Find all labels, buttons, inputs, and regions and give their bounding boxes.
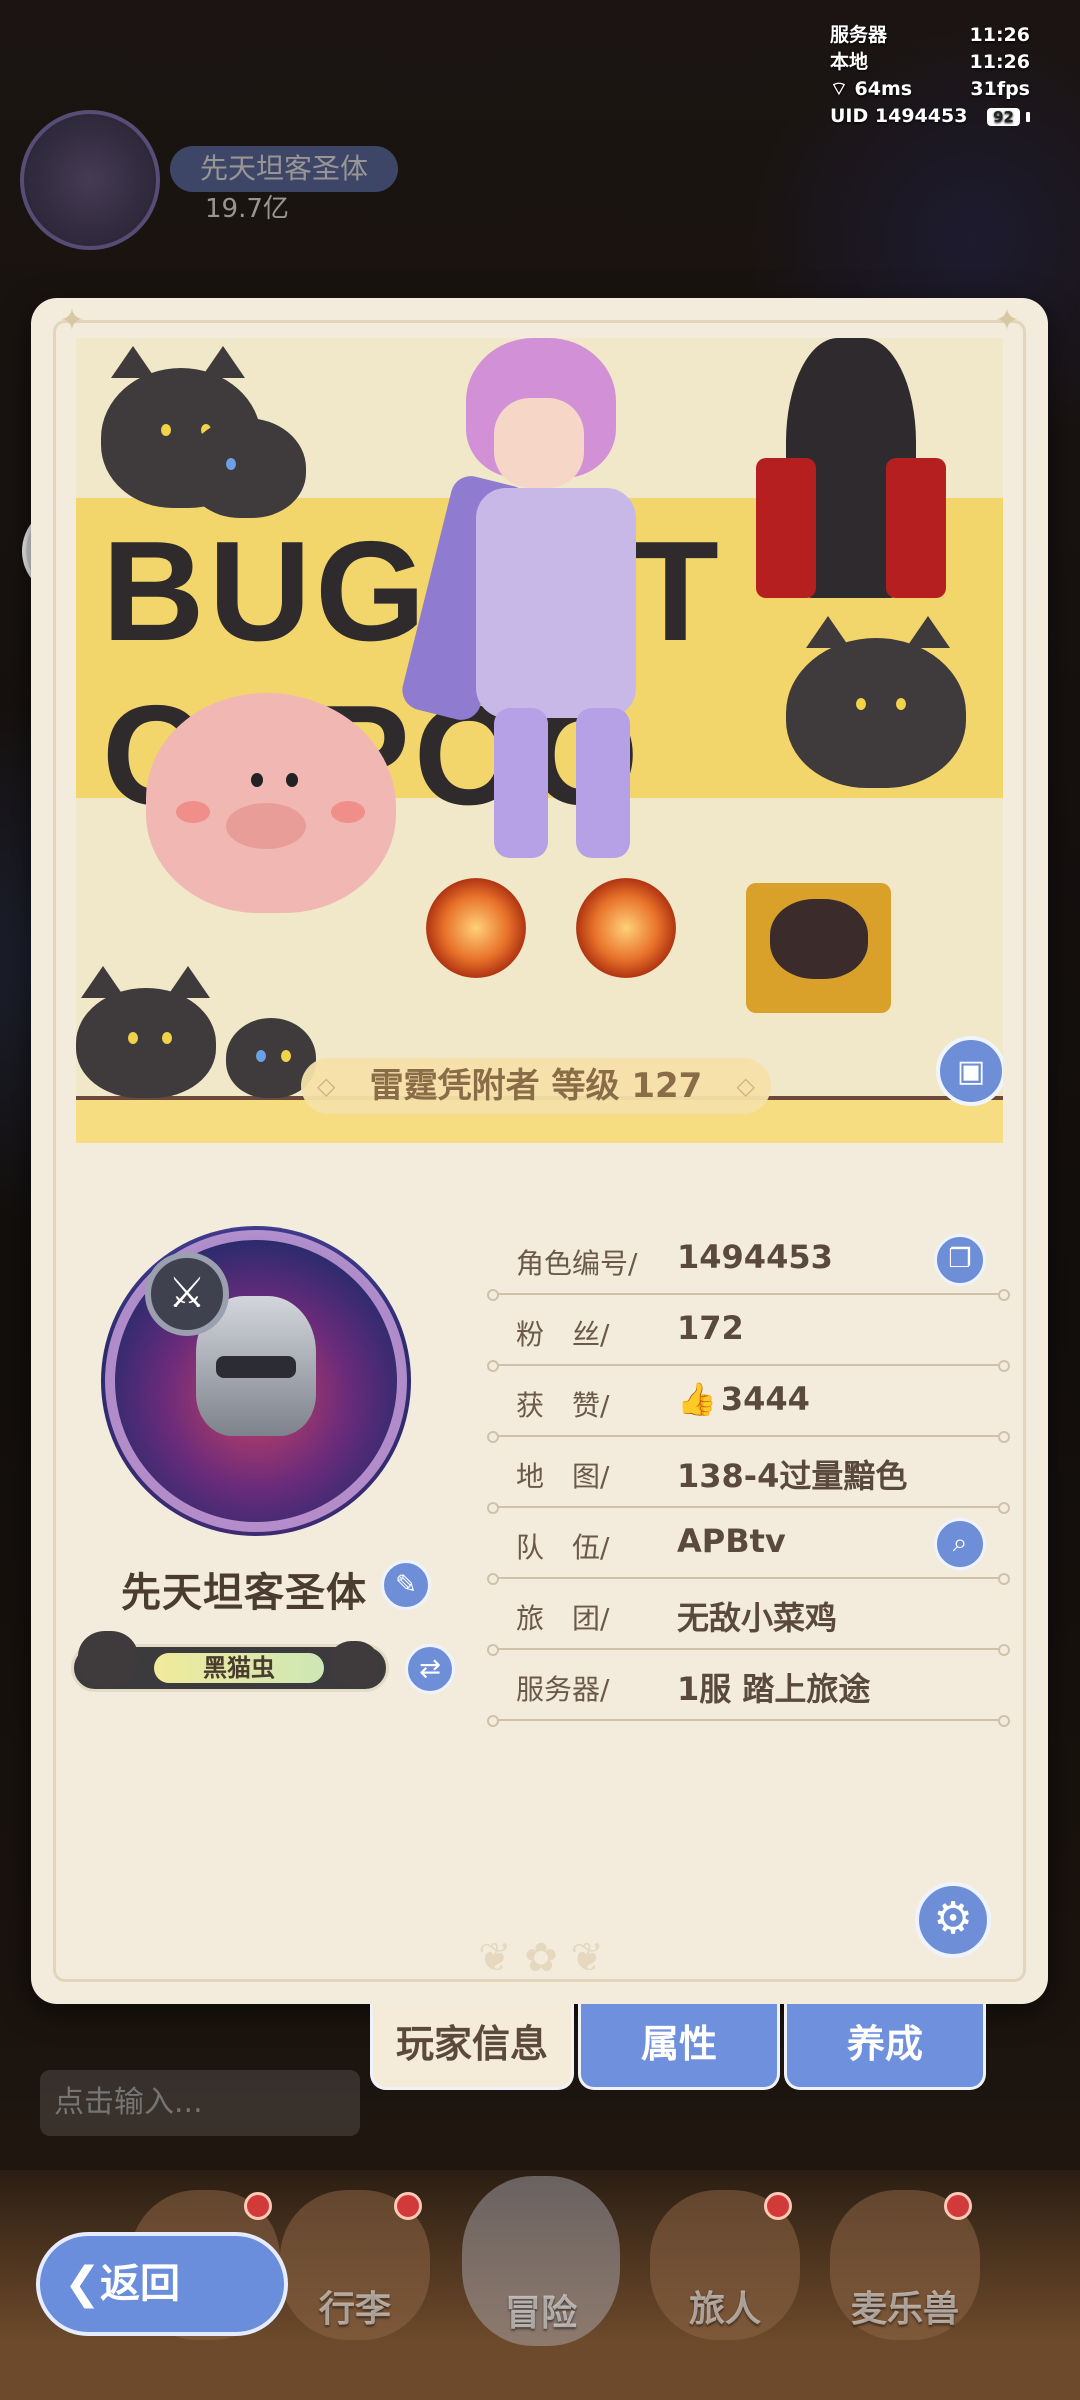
cat-box-pet bbox=[746, 883, 891, 1013]
copy-icon: ❐ bbox=[948, 1244, 972, 1274]
search-team-button[interactable]: ⌕ bbox=[934, 1518, 986, 1570]
tab-growth[interactable]: 养成 bbox=[784, 2004, 986, 2090]
info-value: 1494453 bbox=[677, 1238, 833, 1276]
local-label: 本地 bbox=[830, 51, 869, 73]
character-title-text: 雷霆凭附者 等级 127 bbox=[369, 1066, 703, 1106]
local-time: 11:26 bbox=[969, 51, 1030, 73]
showcase-settings-button[interactable]: ▣ bbox=[936, 1036, 1003, 1106]
black-cat-sticker bbox=[186, 418, 306, 518]
pet-selector[interactable]: 黑猫虫 bbox=[71, 1631, 389, 1692]
black-cat-icon bbox=[78, 1631, 138, 1687]
back-label: 返回 bbox=[100, 2261, 180, 2307]
server-time: 11:26 bbox=[969, 24, 1030, 46]
info-label: 地 图/ bbox=[516, 1460, 610, 1493]
thumbs-up-icon: 👍 bbox=[677, 1380, 717, 1418]
info-row-server: 服务器/ 1服 踏上旅途 bbox=[487, 1654, 1010, 1727]
black-cat-sticker bbox=[76, 966, 216, 1098]
info-row-likes: 获 赞/ 👍 3444 bbox=[487, 1370, 1010, 1443]
info-value: 无敌小菜鸡 bbox=[677, 1599, 838, 1637]
nav-inventory[interactable]: 行李 bbox=[280, 2190, 430, 2340]
info-row-team: 队 伍/ APBtv ⌕ bbox=[487, 1512, 1010, 1585]
info-value: 138-4过量黯色 bbox=[677, 1457, 908, 1495]
info-value: 3444 bbox=[720, 1380, 810, 1418]
info-label: 服务器/ bbox=[516, 1673, 610, 1706]
notification-dot bbox=[244, 2192, 272, 2220]
nav-label: 麦乐兽 bbox=[850, 2289, 959, 2330]
nav-label: 旅人 bbox=[688, 2289, 761, 2330]
character-title: ◇ 雷霆凭附者 等级 127 ◇ bbox=[301, 1058, 771, 1114]
info-row-guild: 旅 团/ 无敌小菜鸡 bbox=[487, 1583, 1010, 1656]
pencil-icon: ✎ bbox=[395, 1570, 417, 1600]
info-label: 旅 团/ bbox=[516, 1602, 610, 1635]
tab-player-info[interactable]: 玩家信息 bbox=[370, 2004, 574, 2090]
status-hud: 服务器 11:26 本地 11:26 ⌔ 64ms 31fps UID 1494453… bbox=[830, 22, 1030, 130]
notification-dot bbox=[394, 2192, 422, 2220]
ping-value: 64ms bbox=[854, 78, 913, 100]
background-player-power: 19.7亿 bbox=[205, 194, 289, 224]
dark-bird-pet bbox=[756, 338, 946, 598]
info-label: 粉 丝/ bbox=[516, 1318, 610, 1351]
player-name: 先天坦客圣体 bbox=[121, 1570, 367, 1616]
nav-pets[interactable]: 麦乐兽 bbox=[830, 2190, 980, 2340]
info-label: 队 伍/ bbox=[516, 1531, 610, 1564]
image-settings-icon: ▣ bbox=[956, 1053, 986, 1089]
search-icon: ⌕ bbox=[952, 1528, 968, 1558]
black-cat-sticker bbox=[786, 616, 966, 788]
info-value: APBtv bbox=[677, 1522, 786, 1560]
battery-icon: 92 bbox=[987, 107, 1030, 126]
class-emblem-icon: ⚔ bbox=[145, 1252, 229, 1336]
fire-wheel bbox=[426, 878, 526, 978]
swap-arrows-icon: ⇄ bbox=[419, 1654, 441, 1684]
background-player-card: 先天坦客圣体 19.7亿 bbox=[20, 110, 440, 250]
player-info-list: 角色编号/ 1494453 ❐ 粉 丝/ 172 获 赞/ 👍 3444 地 图/… bbox=[487, 1228, 1010, 1727]
back-button[interactable]: ❮ 返回 bbox=[36, 2232, 288, 2336]
info-row-fans: 粉 丝/ 172 bbox=[487, 1299, 1010, 1372]
back-arrow-icon: ❮ bbox=[64, 2258, 101, 2309]
edit-name-button[interactable]: ✎ bbox=[381, 1560, 431, 1610]
tab-attributes[interactable]: 属性 bbox=[578, 2004, 780, 2090]
corner-ornament-icon: ✦ bbox=[994, 303, 1020, 338]
nav-travelers[interactable]: 旅人 bbox=[650, 2190, 800, 2340]
fire-wheel bbox=[576, 878, 676, 978]
player-info-card: ✦ ✦ BUGCAT CAPOO ◇ 雷霆凭附者 等级 127 ◇ ▣ bbox=[31, 298, 1048, 2004]
info-row-role-id: 角色编号/ 1494453 ❐ bbox=[487, 1228, 1010, 1301]
info-value: 172 bbox=[677, 1309, 744, 1347]
cat-emblem-icon: ❦ ✿ ❦ bbox=[478, 1935, 604, 1981]
corner-ornament-icon: ✦ bbox=[59, 303, 85, 338]
pet-name: 黑猫虫 bbox=[203, 1654, 275, 1682]
background-avatar bbox=[20, 110, 160, 250]
nav-label: 冒险 bbox=[504, 2293, 577, 2334]
info-label: 获 赞/ bbox=[516, 1389, 610, 1422]
gear-icon: ⚙ bbox=[933, 1893, 973, 1944]
character-showcase: BUGCAT CAPOO ◇ 雷霆凭附者 等级 127 ◇ ▣ bbox=[76, 338, 1003, 1143]
player-avatar[interactable]: ⚔ bbox=[101, 1226, 411, 1536]
wifi-icon: ⌔ bbox=[830, 78, 848, 100]
switch-pet-button[interactable]: ⇄ bbox=[405, 1644, 455, 1694]
info-row-map: 地 图/ 138-4过量黯色 bbox=[487, 1441, 1010, 1514]
notification-dot bbox=[944, 2192, 972, 2220]
player-character bbox=[398, 338, 676, 898]
server-label: 服务器 bbox=[830, 24, 888, 46]
notification-dot bbox=[764, 2192, 792, 2220]
copy-id-button[interactable]: ❐ bbox=[934, 1234, 986, 1286]
info-label: 角色编号/ bbox=[516, 1247, 638, 1280]
chat-input[interactable] bbox=[40, 2070, 360, 2136]
fps-value: 31fps bbox=[970, 78, 1030, 100]
black-cat-icon bbox=[329, 1641, 379, 1687]
nav-adventure[interactable]: 冒险 bbox=[462, 2176, 620, 2346]
background-player-name: 先天坦客圣体 bbox=[170, 146, 399, 192]
nav-label: 行李 bbox=[318, 2289, 391, 2330]
profile-tabs: 玩家信息 属性 养成 bbox=[370, 2004, 986, 2092]
info-value: 1服 踏上旅途 bbox=[677, 1670, 871, 1708]
settings-button[interactable]: ⚙ bbox=[915, 1882, 991, 1958]
battery-level: 92 bbox=[987, 107, 1020, 126]
uid-label: UID 1494453 bbox=[830, 105, 968, 127]
